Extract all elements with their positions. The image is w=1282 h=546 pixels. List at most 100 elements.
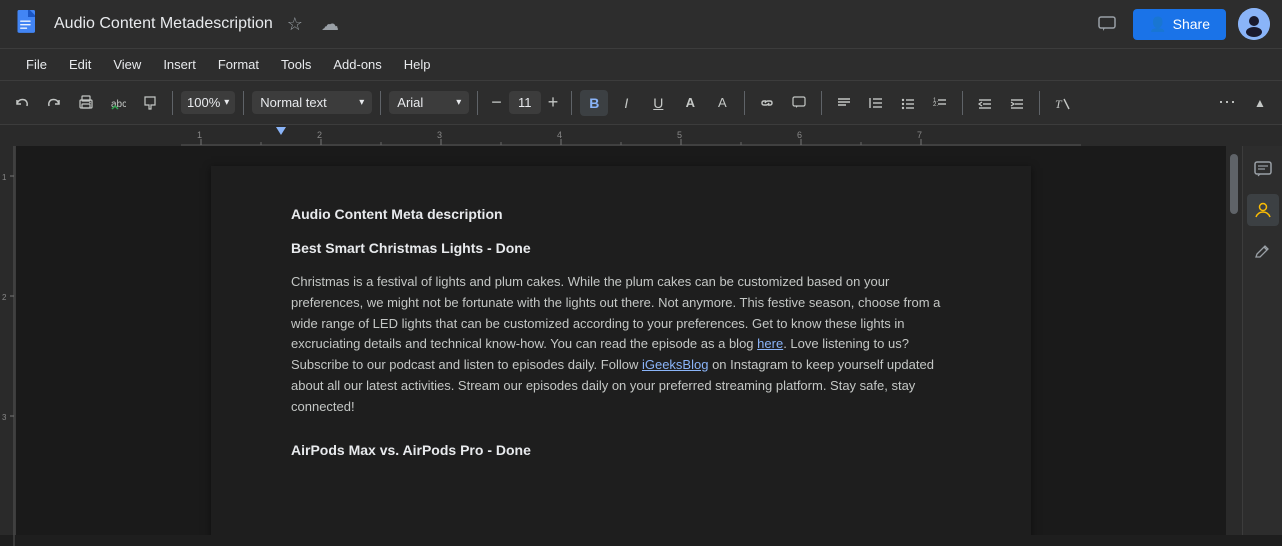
main-area: 1 2 3 Audio Content Meta description Bes… [0,146,1282,535]
zoom-value: 100% [187,95,220,110]
menu-file[interactable]: File [16,53,57,76]
svg-text:T: T [1055,97,1063,111]
print-button[interactable] [72,90,100,116]
menu-view[interactable]: View [103,53,151,76]
cloud-button[interactable]: ☁ [317,10,343,39]
separator-4 [477,91,478,115]
svg-text:2.: 2. [933,102,938,108]
separator-1 [172,91,173,115]
bullet-list-button[interactable] [894,90,922,116]
left-ruler: 1 2 3 [0,146,16,535]
separator-3 [380,91,381,115]
star-button[interactable]: ☆ [283,10,307,39]
share-button[interactable]: 👤 Share [1133,9,1226,40]
here-link[interactable]: here [757,336,783,351]
bold-button[interactable]: B [580,90,608,116]
menu-bar: File Edit View Insert Format Tools Add-o… [0,48,1282,80]
comment-button[interactable] [785,90,813,116]
font-size-input[interactable] [509,91,541,114]
text-color-button[interactable]: A [676,90,704,115]
align-button[interactable] [830,90,858,116]
separator-7 [821,91,822,115]
scroll-thumb[interactable] [1230,154,1238,214]
document-main-title: Audio Content Meta description [291,206,951,222]
right-sidebar [1242,146,1282,535]
svg-text:4: 4 [557,130,562,140]
menu-help[interactable]: Help [394,53,441,76]
highlight-icon: A [718,95,727,110]
collapse-toolbar-button[interactable]: ▲ [1246,91,1274,115]
separator-2 [243,91,244,115]
menu-format[interactable]: Format [208,53,269,76]
chat-toolbar-button[interactable] [1093,10,1121,38]
doc-page: Audio Content Meta description Best Smar… [211,166,1031,535]
style-value: Normal text [260,95,326,110]
scrollbar[interactable] [1226,146,1242,535]
share-label: Share [1173,16,1210,32]
undo-button[interactable] [8,90,36,116]
svg-text:2: 2 [2,293,7,302]
ruler-main: 1 2 3 4 5 6 7 [181,125,1282,146]
star-icon: ☆ [287,14,303,35]
line-spacing-button[interactable] [862,90,890,116]
ruler-left-spacer [0,125,181,146]
menu-edit[interactable]: Edit [59,53,101,76]
sidebar-chat-button[interactable] [1247,154,1279,186]
font-size-area: − + [486,89,563,116]
svg-text:7: 7 [917,130,922,140]
increase-font-button[interactable]: + [543,89,564,116]
style-selector[interactable]: Normal text ▾ [252,91,372,114]
font-selector[interactable]: Arial ▾ [389,91,469,114]
sidebar-person-button[interactable] [1247,194,1279,226]
paint-format-button[interactable] [136,90,164,116]
svg-text:6: 6 [797,130,802,140]
svg-text:1: 1 [197,130,202,140]
separator-5 [571,91,572,115]
underline-button[interactable]: U [644,90,672,116]
spellcheck-button[interactable]: abc [104,90,132,116]
ruler: 1 2 3 4 5 6 7 [0,124,1282,146]
svg-text:5: 5 [677,130,682,140]
sidebar-edit-button[interactable] [1247,234,1279,266]
italic-button[interactable]: I [612,90,640,116]
zoom-selector[interactable]: 100% ▾ [181,91,235,114]
document-title: Audio Content Metadescription [54,15,273,33]
title-bar: Audio Content Metadescription ☆ ☁ 👤 Shar… [0,0,1282,48]
avatar[interactable] [1238,8,1270,40]
section2-title: AirPods Max vs. AirPods Pro - Done [291,442,951,458]
font-dropdown-icon: ▾ [456,97,461,108]
igeeksblog-link[interactable]: iGeeksBlog [642,357,708,372]
title-bar-right: 👤 Share [1093,8,1270,40]
svg-text:3: 3 [437,130,442,140]
highlight-button[interactable]: A [708,90,736,115]
cloud-icon: ☁ [321,14,339,35]
share-person-icon: 👤 [1149,16,1166,33]
svg-text:2: 2 [317,130,322,140]
app-icon [12,8,44,40]
separator-6 [744,91,745,115]
decrease-font-button[interactable]: − [486,89,507,116]
section1-title: Best Smart Christmas Lights - Done [291,240,951,256]
decrease-indent-button[interactable] [971,90,999,116]
svg-text:3: 3 [2,413,7,422]
increase-indent-button[interactable] [1003,90,1031,116]
font-value: Arial [397,95,423,110]
separator-9 [1039,91,1040,115]
numbered-list-button[interactable]: 1.2. [926,90,954,116]
separator-8 [962,91,963,115]
redo-button[interactable] [40,90,68,116]
clear-formatting-button[interactable]: T [1048,90,1076,116]
svg-text:1: 1 [2,173,7,182]
style-dropdown-icon: ▾ [359,97,364,108]
title-bar-left: Audio Content Metadescription ☆ ☁ [12,8,1083,40]
menu-tools[interactable]: Tools [271,53,321,76]
doc-canvas[interactable]: Audio Content Meta description Best Smar… [16,146,1226,535]
more-options-button[interactable]: ⋯ [1212,87,1242,118]
text-color-icon: A [686,95,695,110]
zoom-dropdown-icon: ▾ [224,97,229,108]
menu-addons[interactable]: Add-ons [323,53,391,76]
menu-insert[interactable]: Insert [153,53,206,76]
toolbar: abc 100% ▾ Normal text ▾ Arial ▾ − + B I… [0,80,1282,124]
section1-body: Christmas is a festival of lights and pl… [291,272,951,418]
link-button[interactable] [753,90,781,116]
